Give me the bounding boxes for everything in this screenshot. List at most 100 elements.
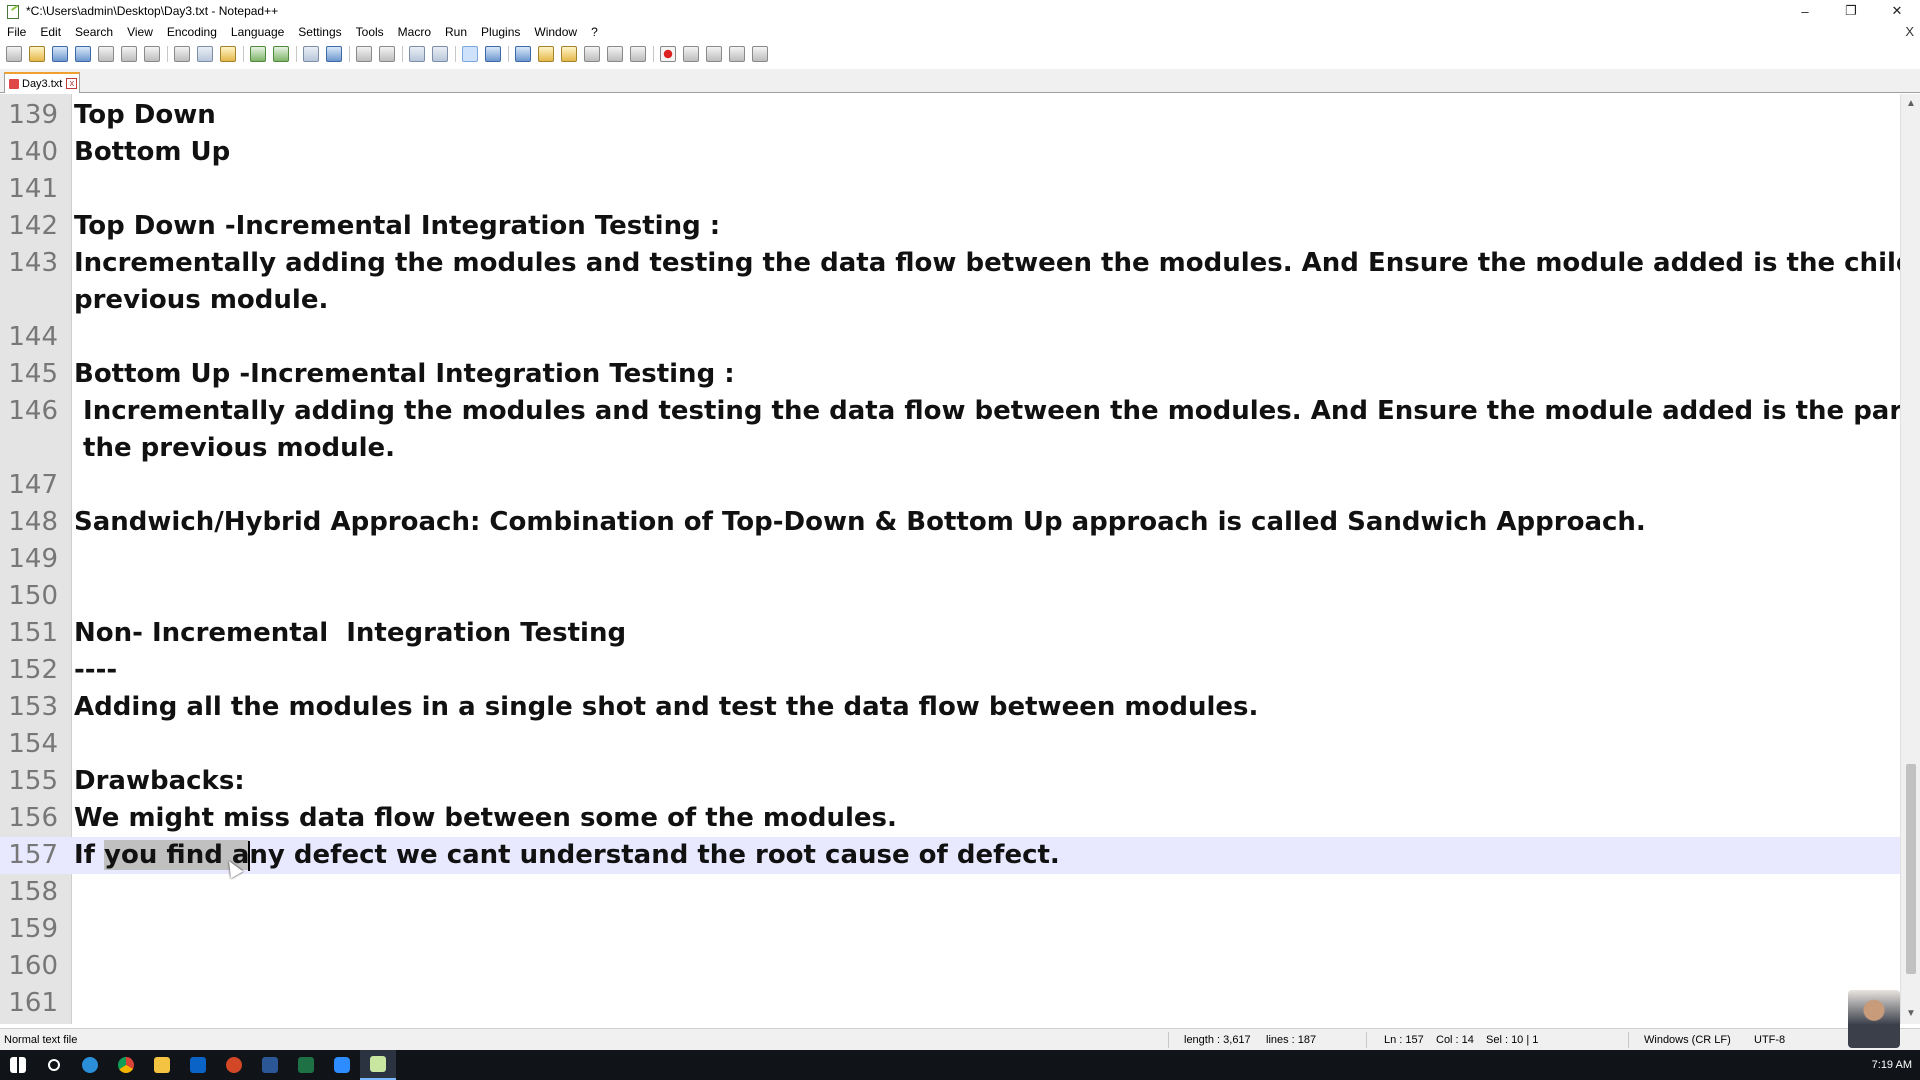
presenter-webcam-avatar: [1848, 990, 1900, 1048]
menu-plugins[interactable]: Plugins: [474, 22, 527, 42]
save-macro-icon[interactable]: [752, 46, 768, 62]
editor-line: 151 Non- Incremental Integration Testing: [0, 615, 1900, 652]
open-file-icon[interactable]: [29, 46, 45, 62]
scroll-down-icon[interactable]: ▼: [1901, 1006, 1920, 1022]
menu-edit[interactable]: Edit: [33, 22, 68, 42]
zoom-out-icon[interactable]: [379, 46, 395, 62]
toolbar: [0, 43, 1920, 65]
close-all-icon[interactable]: [121, 46, 137, 62]
monitor-icon[interactable]: [630, 46, 646, 62]
notepad-plus-plus-icon[interactable]: [360, 1050, 396, 1080]
status-encoding[interactable]: UTF-8: [1754, 1029, 1785, 1051]
minimize-button[interactable]: –: [1782, 0, 1828, 22]
zoom-in-icon[interactable]: [356, 46, 372, 62]
search-icon[interactable]: [36, 1050, 72, 1080]
folder-workspace-icon[interactable]: [607, 46, 623, 62]
edge-icon[interactable]: [72, 1050, 108, 1080]
print-icon[interactable]: [144, 46, 160, 62]
line-number: 147: [8, 470, 58, 500]
line-number: 149: [8, 544, 58, 574]
editor-line: 149: [0, 541, 1900, 578]
undo-icon[interactable]: [250, 46, 266, 62]
menu-tools[interactable]: Tools: [349, 22, 391, 42]
line-text: Sandwich/Hybrid Approach: Combination of…: [74, 507, 1646, 537]
scrollbar-thumb[interactable]: [1906, 764, 1916, 974]
new-file-icon[interactable]: [6, 46, 22, 62]
status-separator: [1168, 1032, 1169, 1048]
menu-run[interactable]: Run: [438, 22, 474, 42]
scroll-up-icon[interactable]: ▲: [1901, 96, 1920, 112]
vertical-scrollbar[interactable]: ▲ ▼: [1900, 94, 1920, 1024]
menu-file[interactable]: File: [0, 22, 33, 42]
unsaved-file-icon: [9, 78, 19, 89]
menu-encoding[interactable]: Encoding: [160, 22, 224, 42]
doc-map-icon[interactable]: [561, 46, 577, 62]
editor-line: 156 We might miss data flow between some …: [0, 800, 1900, 837]
outlook-icon[interactable]: [180, 1050, 216, 1080]
function-list-icon[interactable]: [584, 46, 600, 62]
maximize-button[interactable]: ❐: [1828, 0, 1874, 22]
editor-line: 155 Drawbacks:: [0, 763, 1900, 800]
line-text: ----: [74, 655, 118, 685]
status-eol-format[interactable]: Windows (CR LF): [1644, 1029, 1731, 1051]
text-editor[interactable]: 139 Top Down 140 Bottom Up 141 142 Top Down…: [0, 94, 1900, 1024]
zoom-icon[interactable]: [324, 1050, 360, 1080]
menu-settings[interactable]: Settings: [291, 22, 348, 42]
record-macro-icon[interactable]: [660, 46, 676, 62]
excel-icon[interactable]: [288, 1050, 324, 1080]
powerpoint-icon[interactable]: [216, 1050, 252, 1080]
menu-view[interactable]: View: [120, 22, 160, 42]
cut-icon[interactable]: [174, 46, 190, 62]
line-number: 151: [8, 618, 58, 648]
stop-macro-icon[interactable]: [683, 46, 699, 62]
editor-line: 140 Bottom Up: [0, 134, 1900, 171]
sync-vertical-icon[interactable]: [409, 46, 425, 62]
line-number: 156: [8, 803, 58, 833]
word-wrap-icon[interactable]: [462, 46, 478, 62]
line-number: 148: [8, 507, 58, 537]
run-macro-multiple-icon[interactable]: [729, 46, 745, 62]
line-number: 161: [8, 988, 58, 1018]
play-macro-icon[interactable]: [706, 46, 722, 62]
save-all-icon[interactable]: [75, 46, 91, 62]
paste-icon[interactable]: [220, 46, 236, 62]
toolbar-separator: [402, 46, 403, 62]
replace-icon[interactable]: [326, 46, 342, 62]
taskbar-clock[interactable]: 7:19 AM: [1872, 1050, 1912, 1080]
sync-horizontal-icon[interactable]: [432, 46, 448, 62]
editor-line: 153 Adding all the modules in a single sh…: [0, 689, 1900, 726]
show-all-chars-icon[interactable]: [485, 46, 501, 62]
tab-day3[interactable]: Day3.txt x: [4, 72, 80, 93]
save-icon[interactable]: [52, 46, 68, 62]
menu-macro[interactable]: Macro: [391, 22, 438, 42]
close-button[interactable]: ✕: [1874, 0, 1920, 22]
editor-line: 161: [0, 985, 1900, 1022]
line-text: Incrementally adding the modules and tes…: [74, 248, 1900, 278]
line-number: 160: [8, 951, 58, 981]
menu-help[interactable]: ?: [584, 22, 605, 42]
redo-icon[interactable]: [273, 46, 289, 62]
close-document-button[interactable]: X: [1905, 22, 1914, 42]
word-icon[interactable]: [252, 1050, 288, 1080]
windows-start-icon[interactable]: [0, 1050, 36, 1080]
chrome-icon[interactable]: [108, 1050, 144, 1080]
tab-close-icon[interactable]: x: [66, 78, 78, 89]
status-selection: Sel : 10 | 1: [1486, 1034, 1539, 1046]
window-title: *C:\Users\admin\Desktop\Day3.txt - Notep…: [26, 4, 279, 18]
menu-search[interactable]: Search: [68, 22, 120, 42]
indent-guide-icon[interactable]: [515, 46, 531, 62]
window-controls: – ❐ ✕: [1782, 0, 1920, 22]
menu-window[interactable]: Window: [527, 22, 584, 42]
toolbar-separator: [243, 46, 244, 62]
close-icon[interactable]: [98, 46, 114, 62]
line-text: Top Down: [74, 100, 216, 130]
file-explorer-icon[interactable]: [144, 1050, 180, 1080]
copy-icon[interactable]: [197, 46, 213, 62]
line-text: Non- Incremental Integration Testing: [74, 618, 627, 648]
menu-language[interactable]: Language: [224, 22, 291, 42]
find-icon[interactable]: [303, 46, 319, 62]
editor-line: 139 Top Down: [0, 97, 1900, 134]
editor-line: 148 Sandwich/Hybrid Approach: Combination…: [0, 504, 1900, 541]
toolbar-separator: [296, 46, 297, 62]
user-lang-icon[interactable]: [538, 46, 554, 62]
